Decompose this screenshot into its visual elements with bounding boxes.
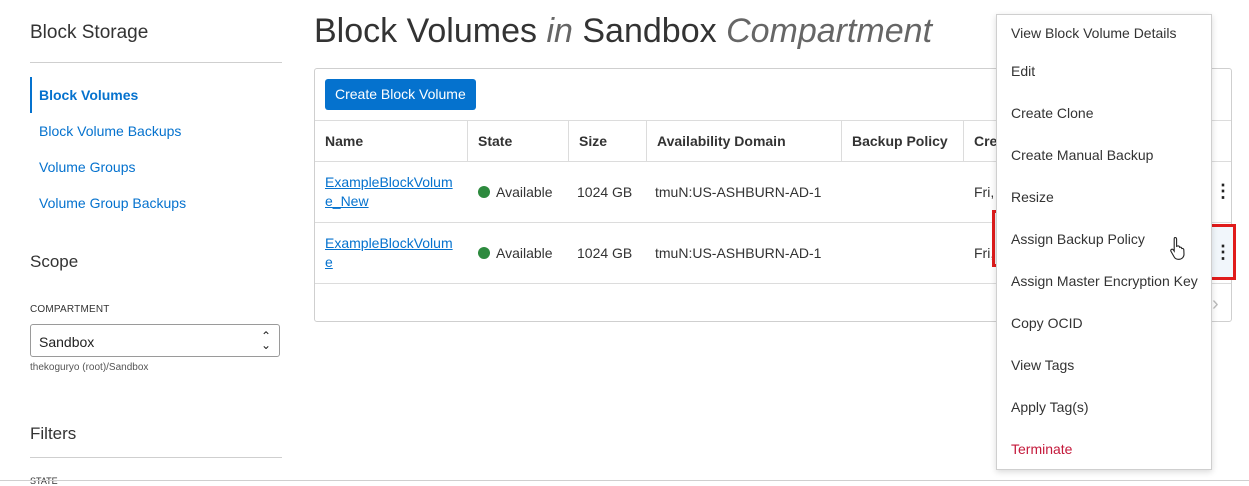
menu-item-apply-tags[interactable]: Apply Tag(s) [1011,399,1089,415]
menu-item-create-manual-backup[interactable]: Create Manual Backup [1011,147,1153,163]
column-header-size[interactable]: Size [569,121,647,161]
name-cell: ExampleBlockVolume_New [315,161,468,222]
menu-item-create-clone[interactable]: Create Clone [1011,105,1094,121]
volume-name-link[interactable]: ExampleBlockVolume_New [325,173,455,211]
state-filter-label: STATE [30,476,58,486]
hand-cursor-icon [1170,236,1185,260]
sidebar-item-block-volumes[interactable]: Block Volumes [30,77,282,113]
column-header-name[interactable]: Name [315,121,468,161]
more-vertical-icon[interactable]: ⋮ [1214,242,1232,262]
state-cell: Available [468,222,569,283]
menu-item-terminate[interactable]: Terminate [1011,441,1072,457]
filters-heading: Filters [30,424,77,443]
title-part: Compartment [726,12,933,50]
sidebar-nav: Block Volumes Block Volume Backups Volum… [30,77,282,221]
title-part: in [546,12,573,50]
backup-policy-cell [842,222,964,283]
state-cell: Available [468,161,569,222]
compartment-value: Sandbox [39,334,95,350]
compartment-label: COMPARTMENT [30,304,110,315]
sidebar-title: Block Storage [30,22,149,43]
menu-item-assign-backup-policy[interactable]: Assign Backup Policy [1011,231,1145,247]
scope-heading: Scope [30,252,79,271]
divider [30,457,282,458]
title-part: Block Volumes [314,12,537,50]
sidebar-item-volume-groups[interactable]: Volume Groups [30,149,282,185]
menu-item-copy-ocid[interactable]: Copy OCID [1011,315,1083,331]
volume-name-link[interactable]: ExampleBlockVolume [325,234,455,272]
chevron-right-icon[interactable]: › [1212,293,1219,316]
menu-item-resize[interactable]: Resize [1011,189,1054,205]
state-text: Available [496,183,553,200]
title-part: Sandbox [582,12,717,50]
menu-item-view-tags[interactable]: View Tags [1011,357,1074,373]
divider [0,480,1249,481]
sidebar: Block Storage Block Volumes Block Volume… [30,0,282,486]
size-cell: 1024 GB [577,244,633,261]
menu-item-view-details[interactable]: View Block Volume Details [1011,25,1176,41]
more-vertical-icon[interactable]: ⋮ [1214,181,1232,201]
divider [30,62,282,63]
create-block-volume-button[interactable]: Create Block Volume [325,79,476,110]
column-header-state[interactable]: State [468,121,569,161]
name-cell: ExampleBlockVolume [315,222,468,283]
compartment-select[interactable]: Sandbox ⌃ ⌄ [30,324,280,357]
column-header-availability-domain[interactable]: Availability Domain [647,121,842,161]
sidebar-item-volume-group-backups[interactable]: Volume Group Backups [30,185,282,221]
availability-domain-cell: tmuN:US-ASHBURN-AD-1 [655,244,822,261]
sidebar-item-block-volume-backups[interactable]: Block Volume Backups [30,113,282,149]
availability-domain-cell: tmuN:US-ASHBURN-AD-1 [655,183,822,200]
menu-item-assign-master-encryption-key[interactable]: Assign Master Encryption Key [1011,273,1198,289]
page-title: Block Volumes in Sandbox Compartment [314,12,932,51]
compartment-path: thekoguryo (root)/Sandbox [30,362,149,373]
menu-item-edit[interactable]: Edit [1011,63,1035,79]
select-arrows-icon: ⌃ ⌄ [260,329,271,352]
state-text: Available [496,244,553,261]
size-cell: 1024 GB [577,183,633,200]
status-dot-icon [478,246,490,259]
column-header-backup-policy[interactable]: Backup Policy [842,121,964,161]
status-dot-icon [478,185,490,198]
backup-policy-cell [842,161,964,222]
